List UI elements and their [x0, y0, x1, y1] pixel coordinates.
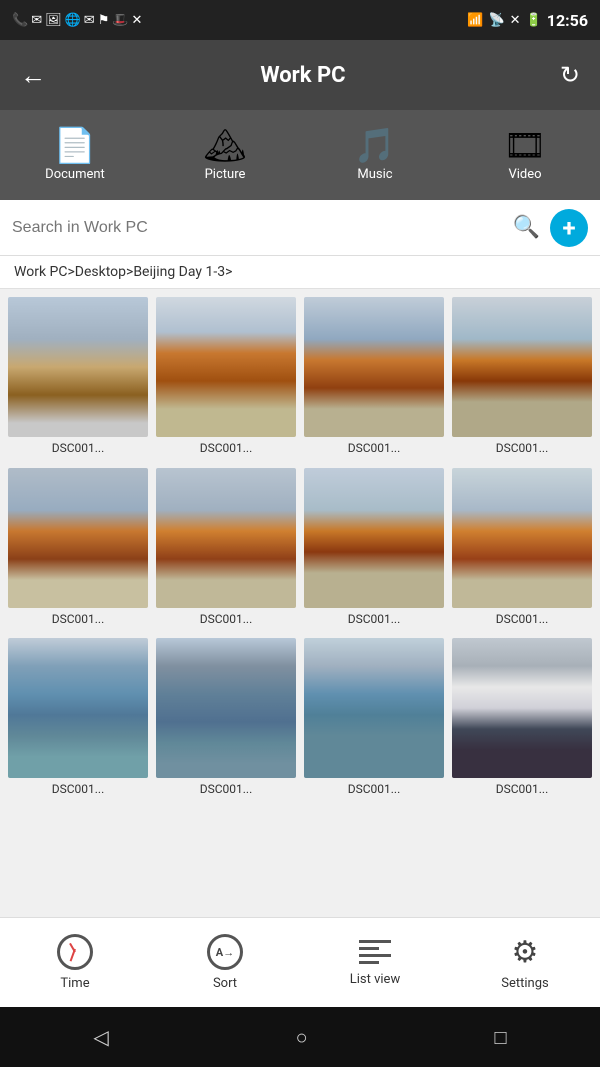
nosim-icon: ✕: [510, 13, 521, 28]
bottom-toolbar: Time A→ Sort List view ⚙ Settings: [0, 917, 600, 1007]
grid-item-2[interactable]: DSC001...: [304, 297, 444, 460]
globe-icon: 🌐: [65, 13, 81, 28]
thumbnail-9: [156, 638, 296, 778]
add-button[interactable]: +: [550, 209, 588, 247]
thumbnail-3: [452, 297, 592, 437]
system-nav-bar: ◁ ○ □: [0, 1007, 600, 1067]
email-icon: ✉: [31, 13, 42, 28]
search-input[interactable]: [12, 219, 503, 237]
grid-item-7[interactable]: DSC001...: [452, 468, 592, 631]
category-music[interactable]: 🎵 Music: [300, 129, 450, 182]
grid-label-4: DSC001...: [8, 612, 148, 626]
toolbar-time-label: Time: [60, 976, 89, 991]
status-bar: 📞 ✉ 🖼 🌐 ✉ ⚑ 🎩 ✕ 📶 📡 ✕ 🔋 12:56: [0, 0, 600, 40]
video-icon: 🎞: [503, 129, 546, 163]
grid-label-5: DSC001...: [156, 612, 296, 626]
listview-line-1: [359, 940, 391, 943]
image-icon: 🖼: [45, 13, 62, 28]
top-nav: ← Work PC ↻: [0, 40, 600, 110]
page-title: Work PC: [260, 63, 345, 88]
time-icon-wrap: [57, 934, 93, 970]
breadcrumb: Work PC>Desktop>Beijing Day 1-3>: [0, 256, 600, 289]
status-time: 12:56: [547, 11, 588, 30]
x-icon: ✕: [132, 13, 143, 28]
listview-line-4: [359, 961, 379, 964]
grid-item-11[interactable]: DSC001...: [452, 638, 592, 801]
toolbar-sort[interactable]: A→ Sort: [150, 934, 300, 991]
thumbnail-2: [304, 297, 444, 437]
grid-item-4[interactable]: DSC001...: [8, 468, 148, 631]
toolbar-sort-label: Sort: [213, 976, 237, 991]
grid-label-6: DSC001...: [304, 612, 444, 626]
category-document[interactable]: 📄 Document: [0, 129, 150, 182]
listview-line-2: [359, 947, 379, 950]
category-picture[interactable]: 🏔 Picture: [150, 129, 300, 182]
hat-icon: 🎩: [112, 13, 128, 28]
settings-icon: ⚙: [512, 935, 539, 970]
thumbnail-10: [304, 638, 444, 778]
music-label: Music: [357, 167, 392, 182]
video-label: Video: [508, 167, 541, 182]
picture-icon: 🏔: [203, 129, 246, 163]
list-view-icon: [357, 938, 393, 966]
toolbar-settings[interactable]: ⚙ Settings: [450, 935, 600, 991]
grid-label-2: DSC001...: [304, 441, 444, 455]
nav-home-button[interactable]: ○: [296, 1025, 308, 1050]
wifi-icon: 📡: [488, 13, 504, 28]
grid-item-5[interactable]: DSC001...: [156, 468, 296, 631]
nav-back-button[interactable]: ◁: [93, 1025, 108, 1049]
category-bar: 📄 Document 🏔 Picture 🎵 Music 🎞 Video: [0, 110, 600, 200]
thumbnail-5: [156, 468, 296, 608]
back-button[interactable]: ←: [20, 60, 46, 91]
thumbnail-6: [304, 468, 444, 608]
listview-line-3: [359, 954, 391, 957]
grid-item-3[interactable]: DSC001...: [452, 297, 592, 460]
grid-label-7: DSC001...: [452, 612, 592, 626]
grid-item-6[interactable]: DSC001...: [304, 468, 444, 631]
clock-icon: [57, 934, 93, 970]
thumbnail-0: [8, 297, 148, 437]
grid-item-0[interactable]: DSC001...: [8, 297, 148, 460]
thumbnail-1: [156, 297, 296, 437]
grid-item-9[interactable]: DSC001...: [156, 638, 296, 801]
document-label: Document: [45, 167, 105, 182]
music-icon: 🎵: [354, 129, 396, 163]
grid-label-3: DSC001...: [452, 441, 592, 455]
status-bar-right: 📶 📡 ✕ 🔋 12:56: [467, 11, 588, 30]
toolbar-listview-label: List view: [350, 972, 400, 987]
refresh-button[interactable]: ↻: [560, 61, 580, 89]
msg-icon: ✉: [84, 13, 95, 28]
toolbar-time[interactable]: Time: [0, 934, 150, 991]
grid-item-10[interactable]: DSC001...: [304, 638, 444, 801]
grid-item-8[interactable]: DSC001...: [8, 638, 148, 801]
signal-icon: 📶: [467, 13, 483, 28]
grid-label-11: DSC001...: [452, 782, 592, 796]
grid-label-10: DSC001...: [304, 782, 444, 796]
thumbnail-11: [452, 638, 592, 778]
clock-minute: [70, 949, 76, 962]
grid-label-9: DSC001...: [156, 782, 296, 796]
thumbnail-4: [8, 468, 148, 608]
thumbnail-7: [452, 468, 592, 608]
search-bar: 🔍 +: [0, 200, 600, 256]
thumbnail-8: [8, 638, 148, 778]
grid-label-8: DSC001...: [8, 782, 148, 796]
grid-label-1: DSC001...: [156, 441, 296, 455]
photo-grid: DSC001... DSC001... DSC001... DSC001... …: [0, 289, 600, 809]
alert-icon: ⚑: [98, 13, 110, 28]
grid-label-0: DSC001...: [8, 441, 148, 455]
status-icons-left: 📞 ✉ 🖼 🌐 ✉ ⚑ 🎩 ✕: [12, 13, 142, 28]
search-icon[interactable]: 🔍: [513, 215, 540, 240]
grid-item-1[interactable]: DSC001...: [156, 297, 296, 460]
document-icon: 📄: [54, 129, 96, 163]
nav-recent-button[interactable]: □: [494, 1025, 506, 1050]
battery-icon: 🔋: [526, 13, 542, 28]
toolbar-settings-label: Settings: [501, 976, 548, 991]
picture-label: Picture: [205, 167, 246, 182]
toolbar-list-view[interactable]: List view: [300, 938, 450, 987]
category-video[interactable]: 🎞 Video: [450, 129, 600, 182]
sort-icon: A→: [207, 934, 243, 970]
phone-icon: 📞: [12, 13, 28, 28]
